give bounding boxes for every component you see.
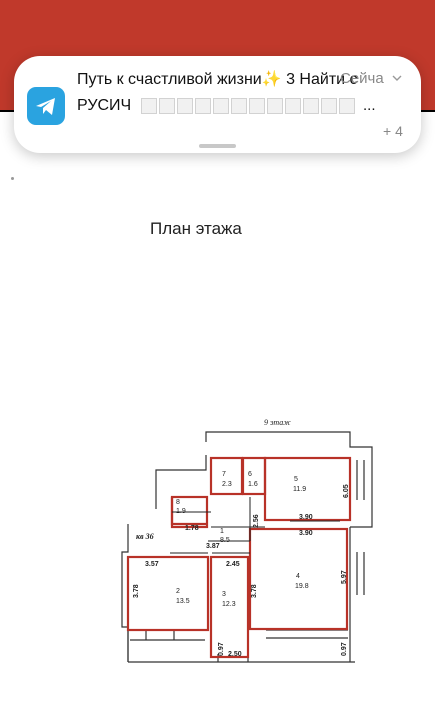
dim-6-05: 6.05 bbox=[343, 484, 350, 498]
room-6-area: 1.6 bbox=[248, 481, 258, 488]
room-5-area: 11.9 bbox=[293, 486, 306, 493]
dim-1-78: 1.78 bbox=[185, 525, 199, 532]
dim-3-78-mid: 3.78 bbox=[251, 584, 258, 598]
room-4-area: 19.8 bbox=[295, 583, 309, 590]
dim-2-50: 2.50 bbox=[228, 651, 242, 658]
room-7-number: 7 bbox=[222, 471, 226, 478]
dim-3-87: 3.87 bbox=[206, 543, 220, 550]
room-7-area: 2.3 bbox=[222, 481, 232, 488]
room-2-area: 13.5 bbox=[176, 598, 190, 605]
room-8-number: 8 bbox=[176, 499, 180, 506]
dim-3-57: 3.57 bbox=[145, 561, 159, 568]
dim-0-97-right: 0.97 bbox=[341, 642, 348, 656]
floor-label: 9 этаж bbox=[264, 418, 291, 427]
room-3-number: 3 bbox=[222, 591, 226, 598]
room-2-number: 2 bbox=[176, 588, 180, 595]
floor-plan: 9 этаж кв 36 7 2.3 6 1.6 5 11.9 8 1.9 1 … bbox=[121, 418, 373, 663]
dim-3-90-bottom: 3.90 bbox=[299, 530, 313, 537]
room-3-area: 12.3 bbox=[222, 601, 236, 608]
dim-0-97-left: 0.97 bbox=[218, 642, 225, 656]
room-4-number: 4 bbox=[296, 573, 300, 580]
room-5-number: 5 bbox=[294, 476, 298, 483]
dim-2-45: 2.45 bbox=[226, 561, 240, 568]
apartment-label: кв 36 bbox=[136, 532, 154, 541]
dim-3-78-left: 3.78 bbox=[133, 584, 140, 598]
dim-3-90-top: 3.90 bbox=[299, 514, 313, 521]
dim-2-56: 2.56 bbox=[253, 514, 260, 528]
room-6-number: 6 bbox=[248, 471, 252, 478]
room-1-number: 1 bbox=[220, 528, 224, 535]
dim-5-97: 5.97 bbox=[341, 570, 348, 584]
room-1-area: 8.5 bbox=[220, 537, 230, 544]
room-8-area: 1.9 bbox=[176, 508, 186, 515]
